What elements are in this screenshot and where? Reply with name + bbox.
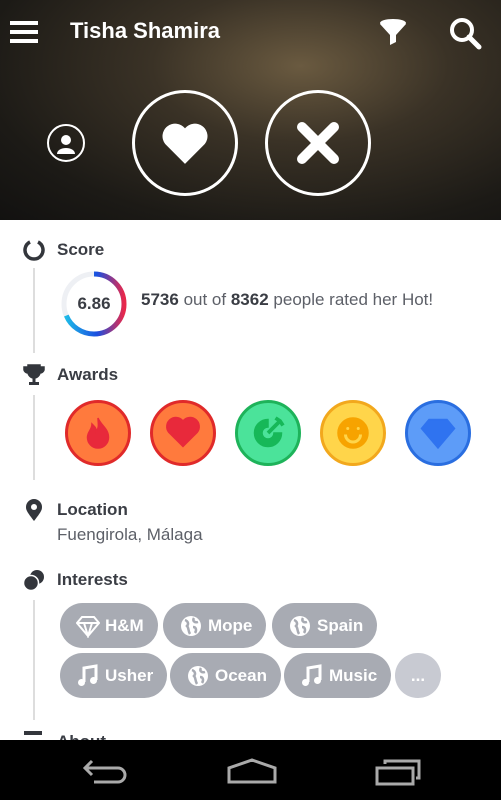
interest-label: Usher [105,665,154,685]
interest-label: Spain [317,615,364,635]
trophy-icon [23,364,45,385]
score-icon [23,240,45,261]
heart-icon [162,123,208,164]
diamond-icon [76,615,100,638]
award-badge[interactable] [65,400,131,466]
interest-chip[interactable]: Ocean [170,653,281,698]
score-heading: Score [57,240,105,259]
globe-icon [181,615,201,636]
interests-icon [22,570,44,592]
music-icon [302,663,322,686]
profile-button[interactable] [47,124,85,162]
heart-icon [166,416,200,448]
score-value: 6.86 [77,294,111,313]
interest-chip[interactable]: Spain [272,603,378,648]
diamond-icon [420,418,456,450]
globe-icon [290,615,310,636]
interest-chip[interactable]: H&M [60,603,158,648]
dislike-button[interactable] [265,90,371,196]
home-icon[interactable] [227,758,277,784]
location-heading: Location [57,500,128,519]
globe-icon [188,665,208,686]
interest-chip[interactable]: Music [284,653,392,698]
profile-icon [57,135,75,154]
profile-name: Tisha Shamira [70,18,220,43]
interest-label: H&M [105,615,144,635]
search-icon[interactable] [448,16,482,50]
close-icon [297,122,339,164]
target-icon [253,416,285,448]
award-badge[interactable] [405,400,471,466]
smiley-icon [337,417,369,449]
location-value: Fuengirola, Málaga [57,525,203,544]
music-icon [78,663,98,686]
location-pin-icon [26,499,42,521]
back-icon[interactable] [82,758,128,784]
fire-icon [86,417,110,449]
menu-icon[interactable] [10,20,38,44]
profile-header: Tisha Shamira [0,0,501,220]
more-label: ... [410,665,426,685]
award-badge[interactable] [235,400,301,466]
interests-heading: Interests [57,570,128,589]
about-icon [24,731,42,735]
more-interests-button[interactable]: ... [395,653,441,698]
rating-mid: out of [183,290,227,309]
award-badge[interactable] [320,400,386,466]
hot-count: 5736 [141,290,179,309]
android-nav-bar [0,740,501,800]
profile-details[interactable]: Score 6.86 5736 out of 8362 people rated… [0,220,501,740]
interest-label: Mope [208,615,253,635]
interest-label: Ocean [215,665,267,685]
about-heading: About [57,732,106,740]
interest-chip[interactable]: Usher [60,653,168,698]
interest-chip[interactable]: Mope [163,603,267,648]
award-badge[interactable] [150,400,216,466]
interest-label: Music [329,665,378,685]
total-count: 8362 [230,290,269,309]
recents-icon[interactable] [375,758,423,788]
awards-heading: Awards [57,365,119,384]
like-button[interactable] [132,90,238,196]
rating-suffix: people rated her Hot! [273,290,434,309]
rating-summary: 5736 out of 8362 people rated her Hot! [141,290,433,310]
filter-icon[interactable] [378,17,408,47]
